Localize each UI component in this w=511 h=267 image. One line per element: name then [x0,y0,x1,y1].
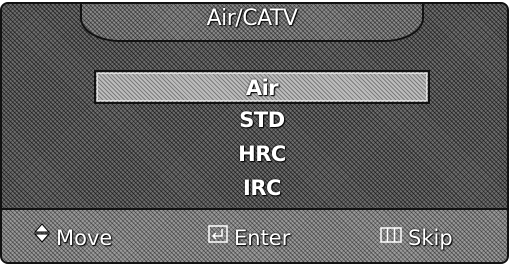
skip-hint[interactable]: Skip [380,222,453,252]
enter-hint[interactable]: Enter [208,222,290,252]
enter-hint-label: Enter [234,226,291,250]
menu-option-air[interactable]: Air [94,70,430,104]
air-catv-menu-panel: Air/CATV Air STD HRC IRC Move Enter Skip [0,2,509,264]
menu-title-tab: Air/CATV [80,4,424,42]
menu-option-irc[interactable]: IRC [94,172,430,206]
tv-osd-screen: Air/CATV Air STD HRC IRC Move Enter Skip [0,0,511,267]
skip-hint-label: Skip [408,226,453,250]
up-down-arrows-icon [33,221,51,251]
menu-title: Air/CATV [206,6,298,31]
move-hint-label: Move [56,226,113,250]
enter-icon [208,221,228,251]
menu-options-list: Air STD HRC IRC [94,70,430,206]
menu-icon [380,221,402,251]
menu-option-hrc[interactable]: HRC [94,138,430,172]
move-hint[interactable]: Move [33,221,113,252]
footer-hint-bar: Move Enter Skip [2,208,507,262]
menu-option-std[interactable]: STD [94,104,430,138]
